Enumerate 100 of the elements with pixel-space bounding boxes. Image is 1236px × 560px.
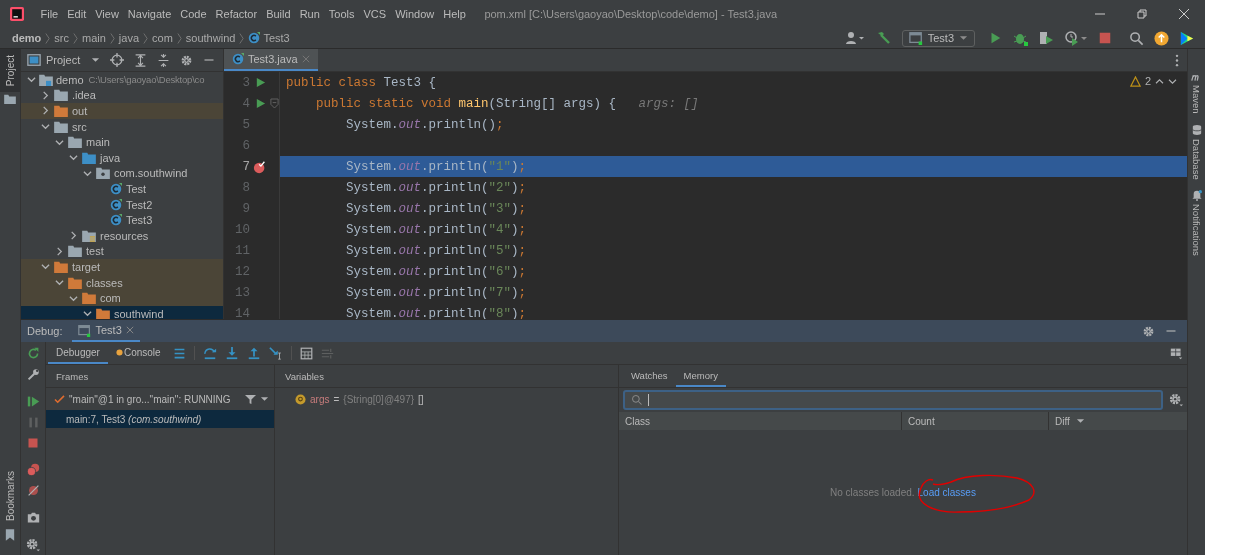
breakpoints-icon[interactable]: [26, 463, 40, 476]
tree-item[interactable]: src: [21, 118, 223, 135]
tree-item[interactable]: test: [21, 243, 223, 260]
menu-item[interactable]: Window: [390, 8, 439, 20]
column-header[interactable]: Diff: [1049, 412, 1187, 430]
more-icon[interactable]: [1175, 53, 1179, 67]
debug-tab[interactable]: Debugger: [48, 342, 108, 364]
tree-item[interactable]: java: [21, 149, 223, 166]
breakpoint-icon[interactable]: [253, 159, 267, 174]
toolbox-icon[interactable]: [1179, 30, 1194, 46]
chevron-icon[interactable]: [41, 106, 50, 116]
run-icon[interactable]: [254, 98, 266, 109]
chevron-icon[interactable]: [41, 262, 50, 272]
settings-icon[interactable]: [1169, 393, 1183, 407]
editor-tab[interactable]: Test3.java: [224, 49, 318, 71]
maven-tool-tab[interactable]: Maven: [1191, 73, 1202, 114]
chevron-icon[interactable]: [69, 293, 78, 303]
settings-icon[interactable]: [180, 53, 194, 67]
step-over-icon[interactable]: [202, 346, 217, 360]
breadcrumb-item[interactable]: main: [82, 32, 106, 44]
camera-icon[interactable]: [26, 511, 40, 524]
chevron-icon[interactable]: [55, 278, 64, 287]
tree-item[interactable]: com.southwind: [21, 165, 223, 182]
menu-item[interactable]: Build: [261, 8, 296, 20]
chevron-up-icon[interactable]: [1155, 77, 1164, 85]
search-field[interactable]: [623, 390, 1163, 410]
resume-icon[interactable]: [26, 395, 40, 408]
tree-item[interactable]: out: [21, 103, 223, 119]
breadcrumb-item[interactable]: Test3: [263, 32, 290, 44]
notifications-tool-tab[interactable]: Notifications: [1191, 189, 1202, 256]
chevron-icon[interactable]: [55, 137, 64, 147]
breadcrumb-item[interactable]: southwind: [185, 32, 236, 44]
mute-breakpoints-icon[interactable]: [26, 484, 40, 497]
stop-icon[interactable]: [27, 437, 39, 449]
tree-item[interactable]: demo C:\Users\gaoyao\Desktop\co: [21, 72, 223, 88]
tree-item[interactable]: Test3: [21, 212, 223, 228]
debug-tab[interactable]: Console: [107, 342, 169, 364]
search-icon[interactable]: [1129, 30, 1144, 46]
chevron-icon[interactable]: [83, 168, 92, 178]
chevron-icon[interactable]: [41, 90, 50, 100]
database-tool-tab[interactable]: Database: [1191, 123, 1202, 180]
chevron-icon[interactable]: [69, 153, 78, 163]
panel-tab[interactable]: Watches: [623, 365, 676, 387]
panel-title[interactable]: Project: [46, 54, 81, 66]
layout-icon[interactable]: [1170, 346, 1183, 360]
breadcrumb-item[interactable]: com: [152, 32, 173, 44]
settings-icon[interactable]: [1142, 324, 1155, 338]
close-icon[interactable]: [125, 326, 134, 334]
run-icon[interactable]: [254, 77, 266, 88]
profiler-icon[interactable]: [1064, 30, 1088, 46]
menu-item[interactable]: Navigate: [123, 8, 176, 20]
tree-item[interactable]: resources: [21, 227, 223, 244]
chevron-icon[interactable]: [41, 122, 50, 132]
menu-item[interactable]: Tools: [324, 8, 359, 20]
calculator-icon[interactable]: [299, 346, 313, 360]
chevron-down-icon[interactable]: [1168, 77, 1177, 85]
warning-count[interactable]: 2: [1144, 75, 1151, 87]
run-to-cursor-icon[interactable]: [268, 346, 283, 360]
tree-item[interactable]: Test: [21, 181, 223, 197]
menu-item[interactable]: View: [90, 8, 124, 20]
chevron-icon[interactable]: [55, 246, 64, 256]
filter-icon[interactable]: [244, 393, 256, 405]
coverage-icon[interactable]: [1038, 30, 1054, 46]
wrench-icon[interactable]: [26, 368, 40, 381]
menu-item[interactable]: Edit: [62, 8, 91, 20]
menu-item[interactable]: Refactor: [211, 8, 262, 20]
step-into-icon[interactable]: [224, 346, 239, 360]
debug-session-tab[interactable]: Test3: [72, 320, 140, 342]
breadcrumb-item[interactable]: demo: [12, 32, 42, 44]
settings-icon[interactable]: [26, 538, 40, 552]
stop-icon[interactable]: [1098, 31, 1112, 45]
tree-item[interactable]: main: [21, 134, 223, 150]
caret-icon[interactable]: [91, 57, 101, 63]
column-header[interactable]: Count: [902, 412, 1049, 430]
tree-item[interactable]: Test2: [21, 196, 223, 213]
tree-item[interactable]: .idea: [21, 87, 223, 104]
menu-item[interactable]: Help: [438, 8, 471, 20]
chevron-icon[interactable]: [27, 75, 36, 85]
breadcrumb-item[interactable]: java: [118, 32, 140, 44]
tree-item[interactable]: com: [21, 290, 223, 306]
rerun-icon[interactable]: [26, 347, 40, 360]
chevron-icon[interactable]: [83, 309, 92, 319]
bookmarks-tool-tab[interactable]: Bookmarks: [0, 465, 20, 527]
menu-icon[interactable]: [172, 346, 186, 360]
warning-icon[interactable]: [1129, 75, 1141, 87]
panel-tab[interactable]: Memory: [675, 365, 726, 387]
thread-dropdown[interactable]: "main"@1 in gro..."main": RUNNING: [69, 393, 231, 405]
update-icon[interactable]: [1154, 30, 1169, 46]
project-tool-tab[interactable]: Project: [0, 49, 20, 93]
collapse-all-icon[interactable]: [157, 53, 171, 67]
breadcrumb-item[interactable]: src: [54, 32, 69, 44]
tree-item[interactable]: target: [21, 259, 223, 275]
menu-item[interactable]: File: [36, 8, 63, 20]
menu-item[interactable]: Run: [295, 8, 325, 20]
user-icon[interactable]: [844, 31, 865, 45]
column-header[interactable]: Class: [619, 412, 902, 430]
variable-name[interactable]: args: [310, 393, 330, 405]
run-configuration-dropdown[interactable]: Test3: [901, 29, 975, 47]
stack-frame[interactable]: main:7, Test3 (com.southwind): [46, 410, 274, 428]
expand-all-icon[interactable]: [134, 53, 148, 67]
